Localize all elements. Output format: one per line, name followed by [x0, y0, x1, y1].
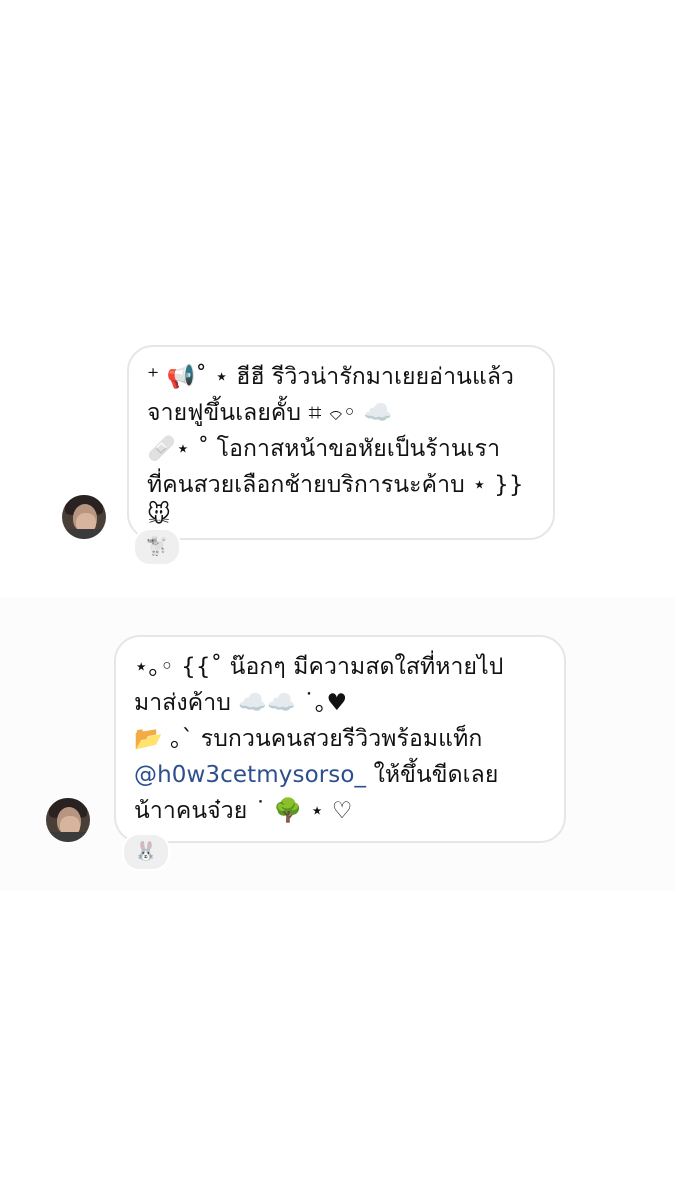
message-line-with-mention: @h0w3cetmysorso_ ให้ขึ้นขีดเลย: [134, 757, 546, 793]
message-line: 🩹⋆ ˚ โอกาสหน้าขอหัยเป็นร้านเรา: [147, 436, 501, 462]
reaction-badge[interactable]: 🐩: [133, 528, 181, 566]
story-screen: ⁺ 📢˚ ⋆ ฮีฮี รีวิวน่ารักมาเยยอ่านแล้ว จาย…: [0, 0, 675, 1200]
message-line: ⁺ 📢˚ ⋆ ฮีฮี รีวิวน่ารักมาเยยอ่านแล้ว: [147, 364, 515, 390]
message-bubble[interactable]: ⁺ 📢˚ ⋆ ฮีฮี รีวิวน่ารักมาเยยอ่านแล้ว จาย…: [127, 345, 555, 540]
message-line: ที่คนสวยเลือกช้ายบริการนะค้าบ ⋆ }}: [147, 472, 524, 498]
message-line: 🐭: [147, 502, 172, 528]
sender-avatar[interactable]: [46, 798, 90, 842]
mention-suffix: ให้ขึ้นขีดเลย: [366, 762, 499, 788]
message-line: มาส่งค้าบ ☁️☁️ ˙｡♥: [134, 690, 348, 716]
mention-link[interactable]: @h0w3cetmysorso_: [134, 762, 366, 788]
message-line: 📂 ｡` รบกวนคนสวยรีวิวพร้อมแท็ก: [134, 726, 483, 752]
message-bubble[interactable]: ⋆｡◦ {{˚ น๊อกๆ มีความสดใสที่หายไป มาส่งค้…: [114, 635, 566, 843]
message-line: น้าาคนจ๋วย ˙ 🌳 ⋆ ♡: [134, 798, 353, 824]
sender-avatar[interactable]: [62, 495, 106, 539]
reaction-badge[interactable]: 🐰: [122, 833, 170, 871]
message-line: จายฟูขึ้นเลยคั้บ ⌗ ⌔◦ ☁️: [147, 400, 393, 426]
message-line: ⋆｡◦ {{˚ น๊อกๆ มีความสดใสที่หายไป: [134, 654, 504, 680]
